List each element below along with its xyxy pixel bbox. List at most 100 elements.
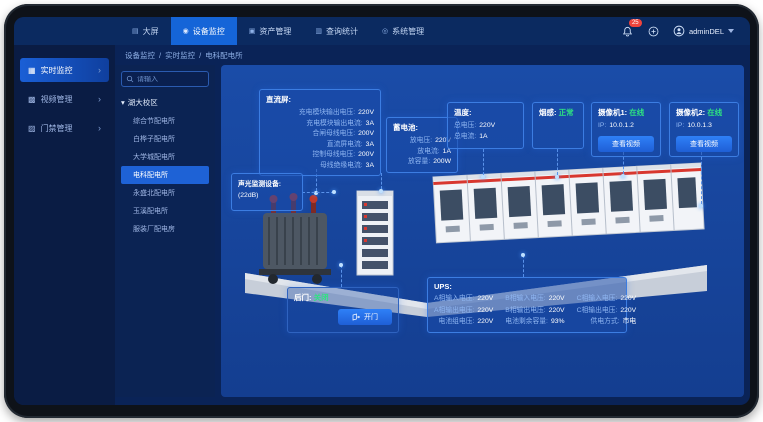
panel-title: 烟感: 正常: [539, 107, 577, 118]
connector-dot: [521, 253, 525, 257]
metric-value: 3A: [366, 141, 374, 148]
sidebar-item-label: 门禁管理: [41, 123, 73, 134]
tree-item-selected[interactable]: 电科配电所: [121, 166, 209, 184]
panel-title: 直流屏:: [266, 94, 374, 105]
tree-root-node[interactable]: ▾ 湖大校区: [121, 97, 209, 108]
metric-label: 电池组电压:: [439, 318, 475, 325]
username: adminDEL: [689, 27, 724, 36]
fullscreen-button[interactable]: [647, 24, 661, 38]
chevron-right-icon: ›: [98, 65, 101, 75]
tab-dashboard[interactable]: ▤ 大屏: [120, 17, 171, 45]
metric-label: B相输入电压:: [505, 295, 545, 302]
connector-dot: [339, 263, 343, 267]
notification-bell-button[interactable]: 25: [621, 24, 635, 38]
sidebar-item-access-control[interactable]: ▨ 门禁管理 ›: [20, 116, 109, 140]
ip-value: 10.0.1.3: [687, 122, 712, 129]
tree-item[interactable]: 服装厂配电房: [121, 220, 209, 238]
tree-root-label: 湖大校区: [128, 97, 158, 108]
user-menu[interactable]: adminDEL: [673, 25, 734, 37]
temperature-panel: 温度: 总电压:220V 总电流:1A: [447, 102, 524, 149]
tree-item[interactable]: 玉溪配电所: [121, 202, 209, 220]
ups-panel: UPS: A相输入电压:220V B相输入电压:220V C相输入电压:220V…: [427, 277, 627, 333]
sidebar-item-video-management[interactable]: ▩ 视频管理 ›: [20, 87, 109, 111]
metric-value: 200V: [358, 130, 374, 137]
tab-label: 设备监控: [193, 26, 225, 37]
metric-label: 总电流:: [454, 133, 476, 140]
metric-value: 220V: [477, 295, 493, 302]
tab-label: 系统管理: [392, 26, 424, 37]
metric-label: 充电模块输出电压:: [299, 109, 355, 116]
tab-query-statistics[interactable]: ▥ 查询统计: [303, 17, 370, 45]
breadcrumb-item[interactable]: 设备监控: [125, 50, 155, 61]
metric-value: 200V: [358, 151, 374, 158]
stats-icon: ▥: [315, 27, 322, 35]
tree-expand-icon: ▾: [121, 98, 125, 107]
metric-value: 220V: [477, 307, 493, 314]
camera2-panel: 摄像机2: 在线 IP:10.0.1.3 查看视频: [669, 102, 739, 157]
tab-system-management[interactable]: ◎ 系统管理: [370, 17, 436, 45]
system-icon: ◎: [382, 27, 388, 35]
asset-icon: ▣: [249, 27, 256, 35]
connector-dot: [332, 190, 336, 194]
connector-dot: [555, 175, 559, 179]
connector-line: [381, 173, 382, 189]
breadcrumb-item[interactable]: 实时监控: [165, 50, 195, 61]
metric-value: 200W: [433, 158, 451, 165]
main-visualization-stage: 直流屏: 充电模块输出电压:220V 充电模块输出电流:3A 合闸母线电压:20…: [221, 65, 744, 397]
breadcrumb-item: 电科配电所: [205, 50, 243, 61]
search-input[interactable]: [137, 76, 204, 83]
tab-label: 资产管理: [259, 26, 291, 37]
smoke-detector-panel: 烟感: 正常: [532, 102, 584, 149]
metric-value: 3A: [366, 120, 374, 127]
door-panel: 后门: 关闭 开门: [287, 287, 399, 333]
tab-label: 查询统计: [326, 26, 358, 37]
tree-item[interactable]: 永盛北配电所: [121, 184, 209, 202]
grid-icon: ▦: [28, 66, 36, 75]
connector-dot: [379, 189, 383, 193]
sidebar-item-realtime-monitoring[interactable]: ▦ 实时监控 ›: [20, 58, 109, 82]
open-door-button[interactable]: 开门: [338, 309, 392, 325]
tree-search-box[interactable]: [121, 71, 209, 87]
connector-line: [557, 149, 558, 175]
tab-device-monitoring[interactable]: ◉ 设备监控: [171, 17, 237, 45]
ip-label: IP:: [598, 122, 606, 129]
battery-cabinet: [357, 191, 393, 275]
video-icon: ▩: [28, 95, 36, 104]
tab-asset-management[interactable]: ▣ 资产管理: [237, 17, 304, 45]
metric-label: 电池剩余容量:: [505, 318, 548, 325]
metric-label: 控制母线电压:: [312, 151, 355, 158]
panel-title: UPS:: [434, 282, 620, 291]
tree-item[interactable]: 白桦子配电所: [121, 130, 209, 148]
chevron-right-icon: ›: [98, 123, 101, 133]
connector-dot: [699, 204, 703, 208]
view-video-button[interactable]: 查看视频: [676, 136, 732, 152]
search-icon: [126, 75, 134, 83]
sidebar-item-label: 实时监控: [41, 65, 73, 76]
tab-label: 大屏: [143, 26, 159, 37]
metric-value: (22dB): [238, 192, 258, 199]
topbar-right: 25 adminDEL: [621, 17, 750, 45]
metric-label: 放容量:: [408, 158, 430, 165]
tree-item[interactable]: 大学城配电所: [121, 148, 209, 166]
metric-label: C相输入电压:: [577, 295, 618, 302]
status-badge: 在线: [707, 108, 722, 117]
panel-title: 温度:: [454, 107, 517, 118]
app-window: ▤ 大屏 ◉ 设备监控 ▣ 资产管理 ▥ 查询统计 ◎ 系统管理 25: [14, 17, 750, 405]
panel-title: 摄像机1: 在线: [598, 107, 654, 118]
panel-title: 后门: 关闭: [294, 292, 392, 303]
connector-dot: [621, 174, 625, 178]
metric-label: 充电模块输出电流:: [306, 120, 362, 127]
metric-label: B相输出电压:: [505, 307, 545, 314]
metric-label: 放电压:: [410, 137, 432, 144]
view-video-button[interactable]: 查看视频: [598, 136, 654, 152]
monitor-icon: ◉: [183, 27, 189, 35]
connector-line: [341, 265, 342, 287]
open-door-icon: [352, 313, 360, 321]
tree-item[interactable]: 综合节配电所: [121, 112, 209, 130]
panel-title: 摄像机2: 在线: [676, 107, 732, 118]
substation-tree-panel: ▾ 湖大校区 综合节配电所 白桦子配电所 大学城配电所 电科配电所 永盛北配电所…: [115, 65, 215, 397]
panel-title: 声光监测设备:: [238, 178, 296, 188]
dc-screen-panel: 直流屏: 充电模块输出电压:220V 充电模块输出电流:3A 合闸母线电压:20…: [259, 89, 381, 176]
top-navigation-bar: ▤ 大屏 ◉ 设备监控 ▣ 资产管理 ▥ 查询统计 ◎ 系统管理 25: [14, 17, 750, 45]
left-sidebar: ▦ 实时监控 › ▩ 视频管理 › ▨ 门禁管理 ›: [14, 45, 115, 405]
